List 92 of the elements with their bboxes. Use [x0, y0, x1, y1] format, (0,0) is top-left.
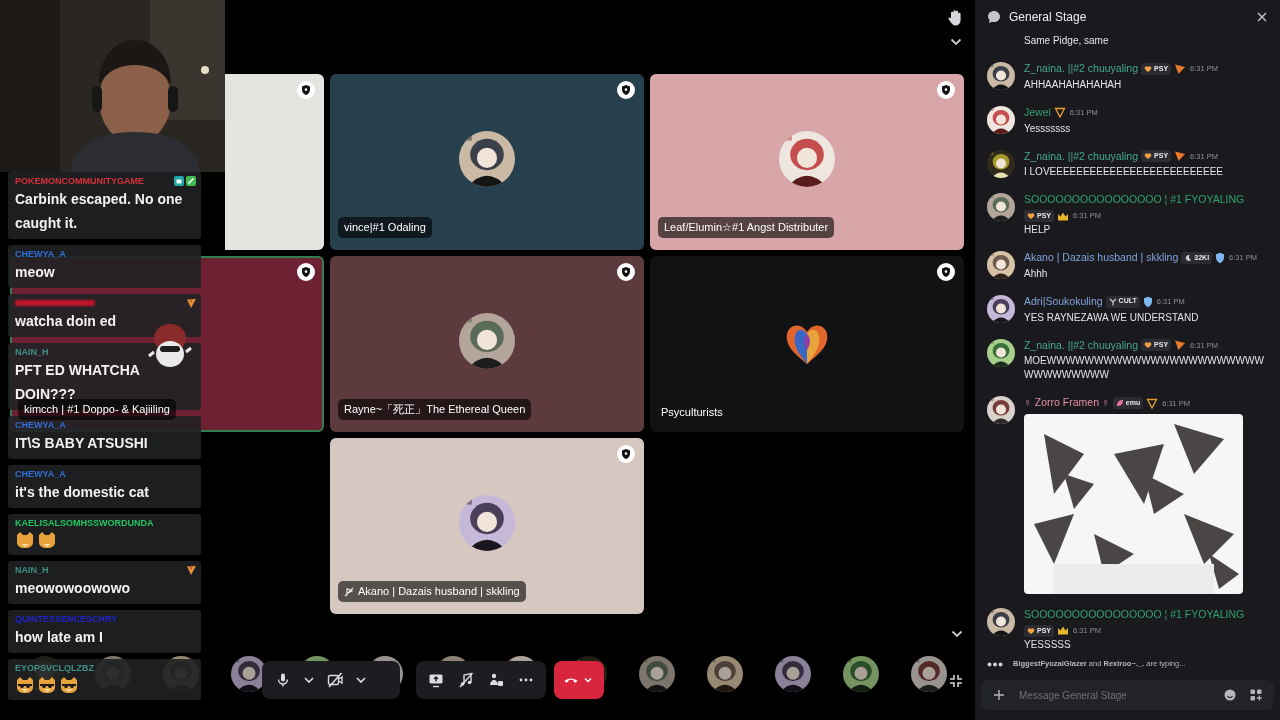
cat-emote-icon	[37, 531, 57, 549]
speaker-tile[interactable]: Rayne~「死正」The Ethereal Queen	[330, 256, 644, 432]
username[interactable]: Z_naina. ||#2 chuuyaling	[1024, 61, 1139, 77]
chat-username: NAIN_H	[15, 346, 49, 358]
message-text: I LOVEEEEEEEEEEEEEEEEEEEEEEEEEE	[1024, 165, 1224, 180]
shield-icon	[1142, 295, 1153, 308]
username[interactable]: Akano | Dazais husband | skkling	[1024, 250, 1179, 266]
username[interactable]: Z_naina. ||#2 chuuyaling	[1024, 148, 1139, 165]
chat-text: meow	[15, 263, 56, 282]
triangle-icon	[1146, 397, 1159, 409]
heart-icon	[1027, 212, 1035, 220]
fork-icon	[1108, 297, 1117, 306]
chat-username: CHEWYA_A	[15, 419, 66, 431]
pizza-slice-icon	[186, 565, 196, 575]
message-text: MOEWWWWWWWWWWWWWWWWWWWWWWWWWWWWWWWW	[1024, 354, 1265, 383]
name-tag: Rayne~「死正」The Ethereal Queen	[338, 399, 532, 420]
collapse-icon[interactable]	[949, 674, 963, 688]
emoji-icon[interactable]	[1224, 689, 1236, 701]
message-text: HELP	[1024, 223, 1052, 237]
moderator-icon	[297, 263, 315, 281]
typing-dots-icon	[987, 661, 1003, 667]
username[interactable]: SOOOOOOOOOOOOOOOO ¦ #1 FYOYALING	[1024, 192, 1245, 208]
chat-text: watcha doin ed	[15, 312, 118, 331]
username[interactable]: Z_naina. ||#2 chuuyaling	[1024, 337, 1139, 354]
chat-username: CHEWYA_A	[15, 468, 66, 480]
name-tag: Akano | Dazais husband | skkling	[338, 581, 526, 602]
moderator-icon	[937, 81, 955, 99]
cat-emote-icon	[15, 531, 35, 549]
message-text: Same Pidge, same	[1024, 34, 1110, 48]
triangle-icon	[1174, 150, 1187, 163]
message-text: YES RAYNEZAWA WE UNDERSTAND	[1024, 310, 1200, 325]
moderator-icon	[617, 263, 635, 281]
message-field[interactable]: Message General Stage	[981, 680, 1274, 710]
moon-icon	[1184, 253, 1193, 262]
shield-icon	[1215, 251, 1226, 264]
speaker-tile[interactable]: Leaf/Elumin☆#1 Angst Distributer	[650, 74, 964, 250]
chat-username: POKEMONCOMMUNITYGAME	[15, 175, 144, 187]
chat-text: how late am I	[15, 628, 104, 647]
chat-text: it's the domestic cat	[15, 483, 151, 502]
username[interactable]: Adri|Soukokuling	[1024, 293, 1103, 310]
close-icon[interactable]	[1256, 11, 1268, 23]
chat-username: KAELISALSOMHSSWORDUNDA	[15, 517, 154, 529]
moderator-icon	[617, 81, 635, 99]
plus-icon[interactable]	[993, 689, 1005, 701]
triangle-icon	[1053, 107, 1066, 119]
speaker-tile[interactable]: vince|#1 Odaling	[330, 74, 644, 250]
message-input[interactable]: Message General Stage	[1019, 684, 1210, 706]
triangle-icon	[1174, 339, 1187, 352]
chevron-down-icon[interactable]	[950, 38, 962, 46]
heart-icon	[1144, 64, 1153, 73]
crown-icon	[1057, 625, 1069, 637]
speaker-tile[interactable]	[225, 74, 324, 250]
message-text: AHHAAHAHAHAHAH	[1024, 77, 1123, 92]
chat-username: NAIN_H	[15, 564, 49, 576]
chat-text: meowowoowowo	[15, 579, 132, 598]
participant-name: Psyculturists	[661, 404, 723, 420]
heart-icon	[1144, 341, 1153, 350]
crown-icon	[1057, 210, 1069, 222]
username[interactable]: SOOOOOOOOOOOOOOOO ¦ #1 FYOYALING	[1024, 607, 1245, 623]
robot-icon	[174, 176, 184, 186]
speaker-tile[interactable]: Psyculturists	[650, 256, 964, 432]
chat-username: EYOPSVCLQLZBZ	[15, 662, 94, 674]
chat-text: IT\S BABY ATSUSHI	[15, 434, 149, 453]
sunglasses-cat-emote-icon	[59, 676, 79, 694]
pizza-slice-icon	[186, 298, 196, 308]
message-text: Yesssssss	[1024, 121, 1072, 136]
speaker-tile[interactable]: Akano | Dazais husband | skkling	[330, 438, 644, 614]
chevron-down-icon[interactable]	[951, 630, 963, 638]
activity-icon	[488, 672, 504, 688]
name-tag: vince|#1 Odaling	[338, 217, 432, 238]
moderator-icon	[937, 263, 955, 281]
username[interactable]: Jewel	[1024, 104, 1051, 121]
leaf-icon	[1115, 399, 1124, 408]
raise-hand-icon[interactable]	[947, 9, 963, 26]
message-text: YESSSSS	[1024, 637, 1072, 652]
moderator-icon	[617, 445, 635, 463]
chat-bubble-icon	[987, 10, 1001, 24]
sword-icon	[186, 176, 196, 186]
heart-icon	[1144, 152, 1153, 161]
username[interactable]: ♀ Zorro Framen ♀	[1024, 395, 1110, 411]
message-text: Ahhh	[1024, 266, 1049, 281]
sunglasses-cat-emote-icon	[15, 676, 35, 694]
apps-icon[interactable]	[1250, 689, 1262, 701]
name-tag: Leaf/Elumin☆#1 Angst Distributer	[658, 217, 835, 238]
microphone-icon	[275, 672, 291, 688]
chat-title: General Stage	[1009, 9, 1088, 26]
chat-text: Carbink escaped. No one caught it.	[15, 190, 184, 233]
heart-icon	[1027, 626, 1035, 635]
triangle-icon	[1174, 62, 1187, 75]
sunglasses-cat-emote-icon	[37, 676, 57, 694]
moderator-icon	[297, 81, 315, 99]
chat-username: QUINTESSENCESCHRY	[15, 613, 118, 625]
